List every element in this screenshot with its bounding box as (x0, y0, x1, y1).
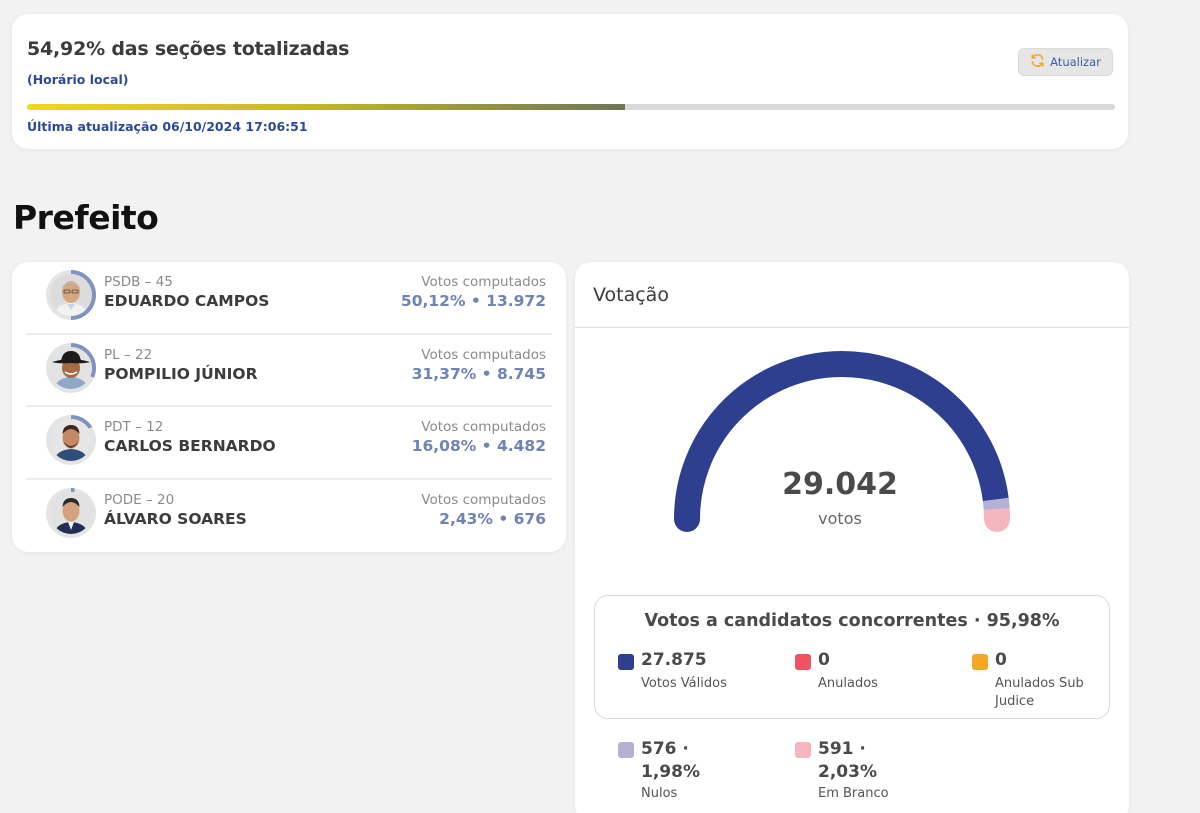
candidate-votes-label: Votos computados (421, 274, 546, 290)
last-update-text: Última atualização 06/10/2024 17:06:51 (27, 119, 308, 134)
candidate-name: POMPILIO JÚNIOR (104, 364, 258, 383)
candidate-avatar (50, 274, 92, 316)
candidate-avatar (50, 346, 92, 389)
totalization-progress-fill (27, 104, 625, 110)
candidate-row[interactable]: PODE – 20 ÁLVARO SOARES Votos computados… (26, 480, 552, 553)
stat-value: 0 (995, 650, 1007, 670)
stat-label: Em Branco (818, 786, 889, 801)
section-title-prefeito: Prefeito (13, 198, 159, 237)
votacao-header: Votação (575, 262, 1129, 328)
totalization-status-card: 54,92% das seções totalizadas (Horário l… (12, 14, 1128, 149)
candidate-votes: 2,43% • 676 (439, 509, 546, 528)
candidate-votes: 31,37% • 8.745 (411, 364, 546, 383)
candidate-votes: 50,12% • 13.972 (400, 292, 546, 310)
candidate-name: EDUARDO CAMPOS (104, 292, 270, 310)
candidate-votes-label: Votos computados (421, 419, 546, 435)
candidate-avatar (50, 419, 92, 461)
candidate-party: PDT – 12 (104, 419, 164, 435)
timezone-note: (Horário local) (27, 72, 129, 87)
stat-label: Nulos (641, 786, 678, 801)
candidate-name: ÁLVARO SOARES (104, 509, 247, 528)
refresh-button[interactable]: Atualizar (1018, 48, 1113, 76)
legend-swatch (618, 654, 634, 670)
stat-value: 576 · 1,98% (641, 739, 700, 782)
candidate-row[interactable]: PDT – 12 CARLOS BERNARDO Votos computado… (26, 407, 552, 480)
competing-votes-title: Votos a candidatos concorrentes · 95,98% (644, 611, 1060, 631)
candidate-votes: 16,08% • 4.482 (411, 437, 546, 455)
refresh-label: Atualizar (1050, 55, 1101, 69)
legend-swatch (972, 654, 988, 670)
refresh-icon (1030, 53, 1045, 71)
candidate-party: PL – 22 (104, 346, 153, 363)
legend-swatch (795, 654, 811, 670)
stat-label: Votos Válidos (641, 676, 727, 691)
candidate-name: CARLOS BERNARDO (104, 437, 276, 455)
candidate-party: PSDB – 45 (104, 274, 173, 290)
stat-value: 27.875 (641, 650, 707, 670)
votacao-card: Votação 29.042 votos Votos a candidatos … (575, 262, 1129, 813)
competing-votes-box: Votos a candidatos concorrentes · 95,98%… (594, 595, 1110, 719)
total-votes-label: votos (818, 509, 862, 528)
candidate-row[interactable]: PSDB – 45 EDUARDO CAMPOS Votos computado… (26, 262, 552, 335)
stat-value: 0 (818, 650, 830, 670)
candidate-row[interactable]: PL – 22 POMPILIO JÚNIOR Votos computados… (26, 335, 552, 407)
legend-swatch (618, 742, 634, 758)
stat-label: Anulados (818, 676, 878, 691)
candidate-party: PODE – 20 (104, 491, 175, 508)
candidate-votes-label: Votos computados (421, 491, 546, 508)
total-votes-number: 29.042 (782, 467, 898, 502)
stat-value: 591 · 2,03% (818, 739, 877, 782)
stat-label: Anulados Sub Judice (995, 676, 1084, 709)
candidates-card: PSDB – 45 EDUARDO CAMPOS Votos computado… (12, 262, 566, 552)
candidate-avatar (50, 491, 92, 534)
legend-swatch (795, 742, 811, 758)
votacao-title: Votação (593, 284, 669, 306)
candidate-votes-label: Votos computados (421, 346, 546, 363)
totalization-title: 54,92% das seções totalizadas (27, 38, 350, 60)
totalization-progress-bar (27, 104, 1115, 110)
